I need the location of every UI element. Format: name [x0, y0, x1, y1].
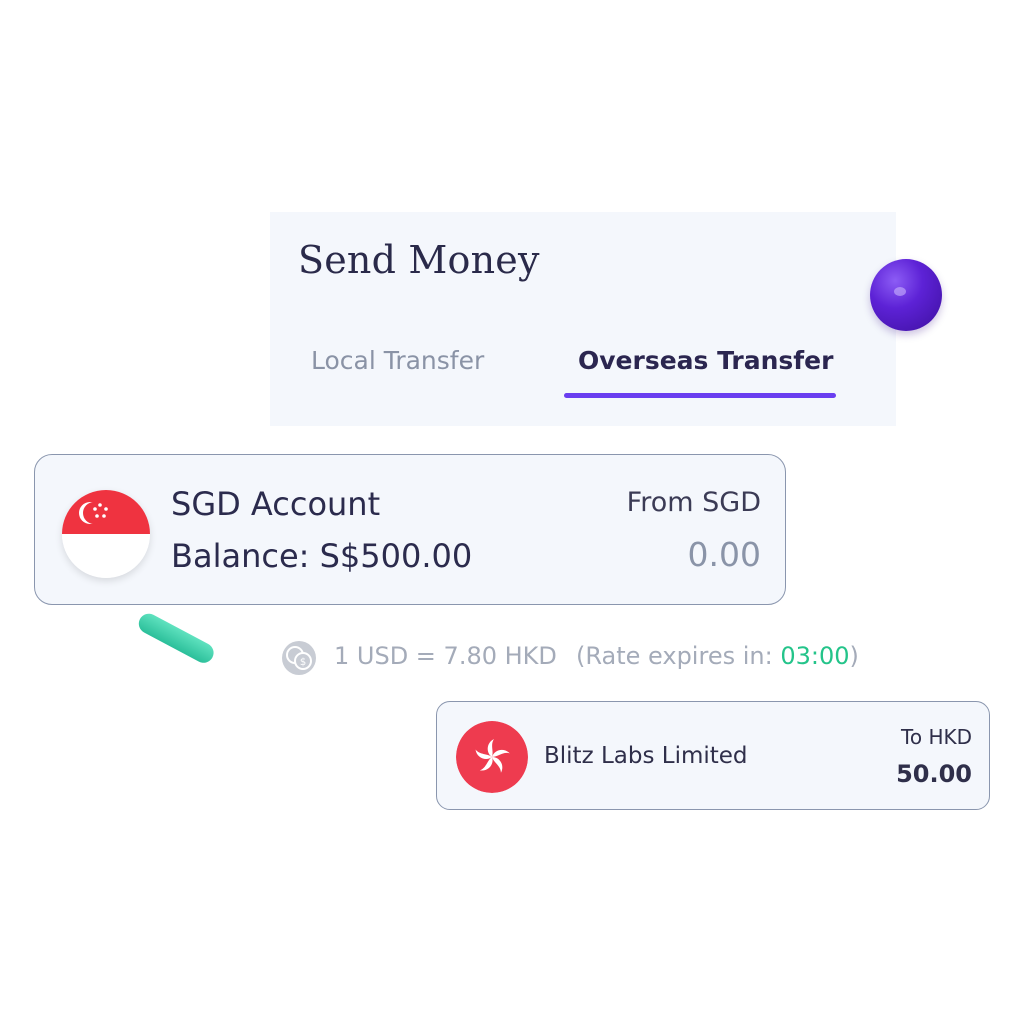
send-money-header: Send Money Local Transfer Overseas Trans… — [270, 212, 896, 426]
send-money-screen: Send Money Local Transfer Overseas Trans… — [0, 0, 1024, 1024]
recipient-name: Blitz Labs Limited — [544, 743, 748, 769]
tab-local-transfer[interactable]: Local Transfer — [311, 346, 484, 375]
svg-text:$: $ — [300, 657, 306, 668]
source-account-name: SGD Account — [171, 485, 381, 523]
source-account-balance: Balance: S$500.00 — [171, 537, 473, 575]
rate-expiry-timer: 03:00 — [780, 642, 850, 670]
send-amount-input[interactable]: 0.00 — [688, 535, 761, 574]
hong-kong-flag-icon — [456, 721, 528, 793]
receive-amount: 50.00 — [896, 760, 972, 788]
from-currency-label: From SGD — [626, 487, 761, 518]
recipient-card[interactable]: Blitz Labs Limited To HKD 50.00 — [436, 701, 990, 810]
currency-exchange-icon: $ — [282, 641, 316, 675]
source-account-card[interactable]: SGD Account Balance: S$500.00 From SGD 0… — [34, 454, 786, 605]
active-tab-indicator — [564, 393, 836, 398]
page-title: Send Money — [298, 238, 540, 282]
rate-expiry-suffix: ) — [849, 642, 859, 670]
to-currency-label: To HKD — [901, 725, 972, 749]
rate-expiry: (Rate expires in: 03:00) — [576, 642, 859, 670]
singapore-flag-icon — [62, 490, 150, 578]
exchange-rate-text: 1 USD = 7.80 HKD — [334, 642, 557, 670]
decorative-purple-sphere — [870, 259, 942, 331]
decorative-green-pill — [135, 610, 218, 667]
tab-overseas-transfer[interactable]: Overseas Transfer — [578, 346, 833, 375]
rate-expiry-prefix: (Rate expires in: — [576, 642, 781, 670]
